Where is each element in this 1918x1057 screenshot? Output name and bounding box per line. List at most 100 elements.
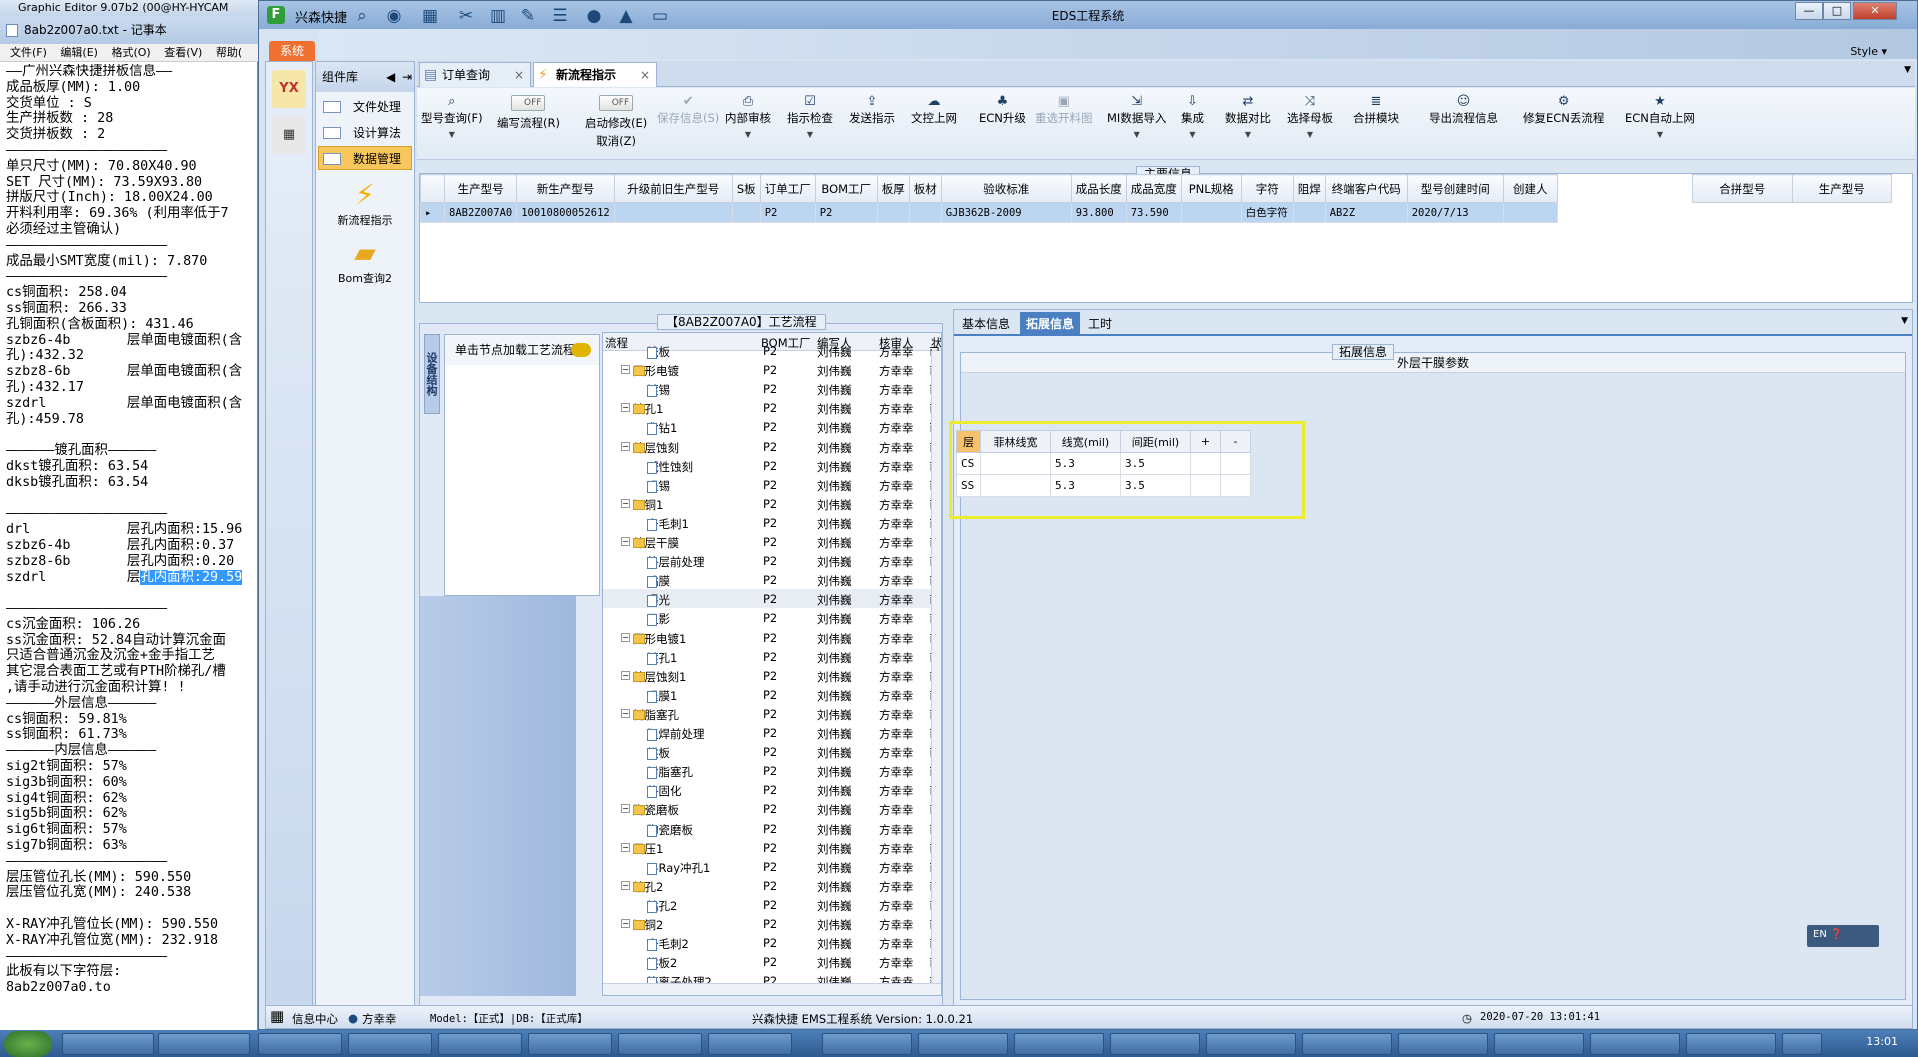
instruction-check-button[interactable]: ☑ 指示检查 ▼: [787, 94, 833, 139]
table-cell[interactable]: 10010800052612: [516, 202, 615, 223]
tree-row[interactable]: 镀孔1P2刘伟巍方幸幸已上网: [603, 647, 941, 666]
tree-row[interactable]: −图形电镀1P2刘伟巍方幸幸已上网: [603, 628, 941, 647]
table-cell[interactable]: CS: [956, 452, 981, 475]
collapse-toggle-icon[interactable]: −: [621, 365, 630, 375]
table-cell[interactable]: SS: [956, 474, 981, 497]
column-header[interactable]: +: [1190, 430, 1221, 453]
table-cell[interactable]: [1180, 202, 1242, 223]
send-instruction-button[interactable]: ⇪ 发送指示: [849, 94, 895, 126]
taskbar-item[interactable]: [822, 1033, 912, 1055]
component-file-processing[interactable]: 文件处理: [318, 94, 412, 118]
tree-row[interactable]: 显影P2刘伟巍方幸幸已上网: [603, 608, 941, 627]
save-info-button[interactable]: ✔ 保存信息(S): [657, 94, 719, 126]
table-cell[interactable]: 8AB2Z007A0: [443, 202, 518, 223]
collapse-toggle-icon[interactable]: −: [621, 670, 630, 680]
taskbar-item[interactable]: [618, 1033, 702, 1055]
pin-icon[interactable]: ⇥: [402, 62, 412, 92]
table-cell[interactable]: 白色字符: [1240, 202, 1294, 223]
component-design-algorithm[interactable]: 设计算法: [318, 120, 412, 144]
vertical-scrollbar[interactable]: [931, 351, 941, 985]
merge-module-button[interactable]: ≣ 合拼模块: [1353, 94, 1399, 126]
column-header[interactable]: -: [1220, 430, 1251, 453]
style-menu[interactable]: Style ▾: [1850, 45, 1887, 58]
column-header[interactable]: 订单工厂: [759, 174, 816, 203]
write-flow-toggle[interactable]: OFF: [511, 95, 546, 111]
row-selector-icon[interactable]: ▸: [420, 202, 445, 223]
model-query-button[interactable]: ⌕ 型号查询(F) ▼: [421, 94, 483, 139]
tabs-dropdown-icon[interactable]: ▼: [1904, 65, 1911, 75]
tree-row[interactable]: −外层干膜P2刘伟巍方幸幸已上网: [603, 532, 941, 551]
tree-row[interactable]: 烘板P2刘伟巍方幸幸已上网: [603, 742, 941, 761]
column-header[interactable]: 验收标准: [940, 174, 1072, 203]
collapse-toggle-icon[interactable]: −: [621, 708, 630, 718]
table-cell[interactable]: [980, 474, 1051, 497]
table-row[interactable]: CS 5.3 3.5: [956, 452, 1251, 475]
tree-row[interactable]: 镀锡P2刘伟巍方幸幸已上网: [603, 379, 941, 398]
column-header[interactable]: 生产型号: [1791, 174, 1892, 203]
table-cell[interactable]: [980, 452, 1051, 475]
column-header[interactable]: 升级前旧生产型号: [613, 174, 733, 203]
tree-row[interactable]: 曝光P2刘伟巍方幸幸已上网: [603, 589, 941, 609]
menu-file[interactable]: 文件(F): [10, 46, 47, 59]
table-row[interactable]: SS 5.3 3.5: [956, 474, 1251, 497]
tree-row[interactable]: −树脂塞孔P2刘伟巍方幸幸已上网: [603, 704, 941, 723]
tree-row[interactable]: 钻孔2P2刘伟巍方幸幸已上网: [603, 895, 941, 914]
taskbar-item[interactable]: [1110, 1033, 1200, 1055]
collapse-toggle-icon[interactable]: −: [621, 403, 630, 413]
column-header[interactable]: 型号创建时间: [1406, 174, 1504, 203]
auto-modify-toggle[interactable]: OFF: [599, 95, 634, 111]
taskbar-item[interactable]: [1206, 1033, 1296, 1055]
table-cell[interactable]: [1502, 202, 1558, 223]
notepad-text-area[interactable]: ——广州兴森快捷拼板信息—— 成品板厚(MM): 1.00 交货单位 : S 生…: [6, 64, 256, 1030]
tree-row[interactable]: −陶瓷磨板P2刘伟巍方幸幸已上网: [603, 799, 941, 818]
taskbar-item[interactable]: [1494, 1033, 1584, 1055]
film-icon[interactable]: ▥: [487, 5, 509, 27]
info-center-link[interactable]: 信息中心: [292, 1011, 338, 1027]
tree-row[interactable]: 铣板P2刘伟巍方幸幸已上网: [603, 341, 941, 360]
collapse-toggle-icon[interactable]: −: [621, 441, 630, 451]
taskbar-clock[interactable]: 13:01: [1866, 1035, 1898, 1048]
table-cell[interactable]: 5.3: [1050, 452, 1121, 475]
table-cell[interactable]: [1190, 474, 1221, 497]
column-header[interactable]: 字符: [1240, 174, 1294, 203]
scissors-icon[interactable]: ✂: [455, 5, 477, 27]
tree-row[interactable]: 陶瓷磨板P2刘伟巍方幸幸已上网: [603, 819, 941, 838]
taskbar-item[interactable]: [1590, 1033, 1680, 1055]
select-mother-board-button[interactable]: ⤨ 选择母板 ▼: [1287, 94, 1333, 139]
bom-query2-item[interactable]: ▰ Bom查询2: [316, 236, 414, 286]
chart-icon[interactable]: ▲: [615, 5, 637, 27]
taskbar-item[interactable]: [1302, 1033, 1392, 1055]
tab-work-hours[interactable]: 工时: [1082, 312, 1118, 336]
start-button[interactable]: [4, 1031, 52, 1057]
table-cell[interactable]: 73.590: [1125, 202, 1182, 223]
notepad-titlebar[interactable]: 8ab2z007a0.txt - 记事本: [0, 16, 258, 44]
table-cell[interactable]: [876, 202, 910, 223]
taskbar-item[interactable]: [708, 1033, 792, 1055]
taskbar-item[interactable]: [1398, 1033, 1488, 1055]
table-row[interactable]: ▸ 8AB2Z007A0 10010800052612 P2 P2 GJB362B-200…: [420, 202, 1558, 223]
column-header[interactable]: 终端客户代码: [1324, 174, 1408, 203]
system-tab[interactable]: 系统: [269, 41, 315, 61]
column-header[interactable]: 阻焊: [1292, 174, 1326, 203]
tree-row[interactable]: 碱性蚀刻P2刘伟巍方幸幸已上网: [603, 456, 941, 475]
chat-bubble-icon[interactable]: [571, 343, 591, 357]
collapse-toggle-icon[interactable]: −: [621, 842, 630, 852]
write-flow-control[interactable]: OFF 编写流程(R): [497, 94, 560, 131]
export-flow-info-button[interactable]: ☺ 导出流程信息: [1429, 94, 1498, 126]
table-cell[interactable]: AB2Z: [1324, 202, 1408, 223]
table-cell[interactable]: 2020/7/13: [1406, 202, 1504, 223]
column-header[interactable]: 成品长度: [1070, 174, 1127, 203]
doc-control-online-button[interactable]: ☁ 文控上网: [911, 94, 957, 126]
mi-data-import-button[interactable]: ⇲ MI数据导入 ▼: [1107, 94, 1166, 139]
table-cell[interactable]: [1190, 452, 1221, 475]
ecn-auto-online-button[interactable]: ★ ECN自动上网 ▼: [1625, 94, 1695, 139]
tree-row[interactable]: 退膜1P2刘伟巍方幸幸已上网: [603, 685, 941, 704]
device-structure-tab[interactable]: 设备结构: [424, 334, 440, 414]
menu-edit[interactable]: 编辑(E): [60, 46, 98, 59]
menu-view[interactable]: 查看(V): [164, 46, 202, 59]
taskbar-item[interactable]: [438, 1033, 522, 1055]
globe-icon[interactable]: ◉: [383, 5, 405, 27]
close-button[interactable]: ✕: [1853, 2, 1897, 20]
collapse-toggle-icon[interactable]: −: [621, 537, 630, 546]
taskbar-item[interactable]: [158, 1033, 250, 1055]
